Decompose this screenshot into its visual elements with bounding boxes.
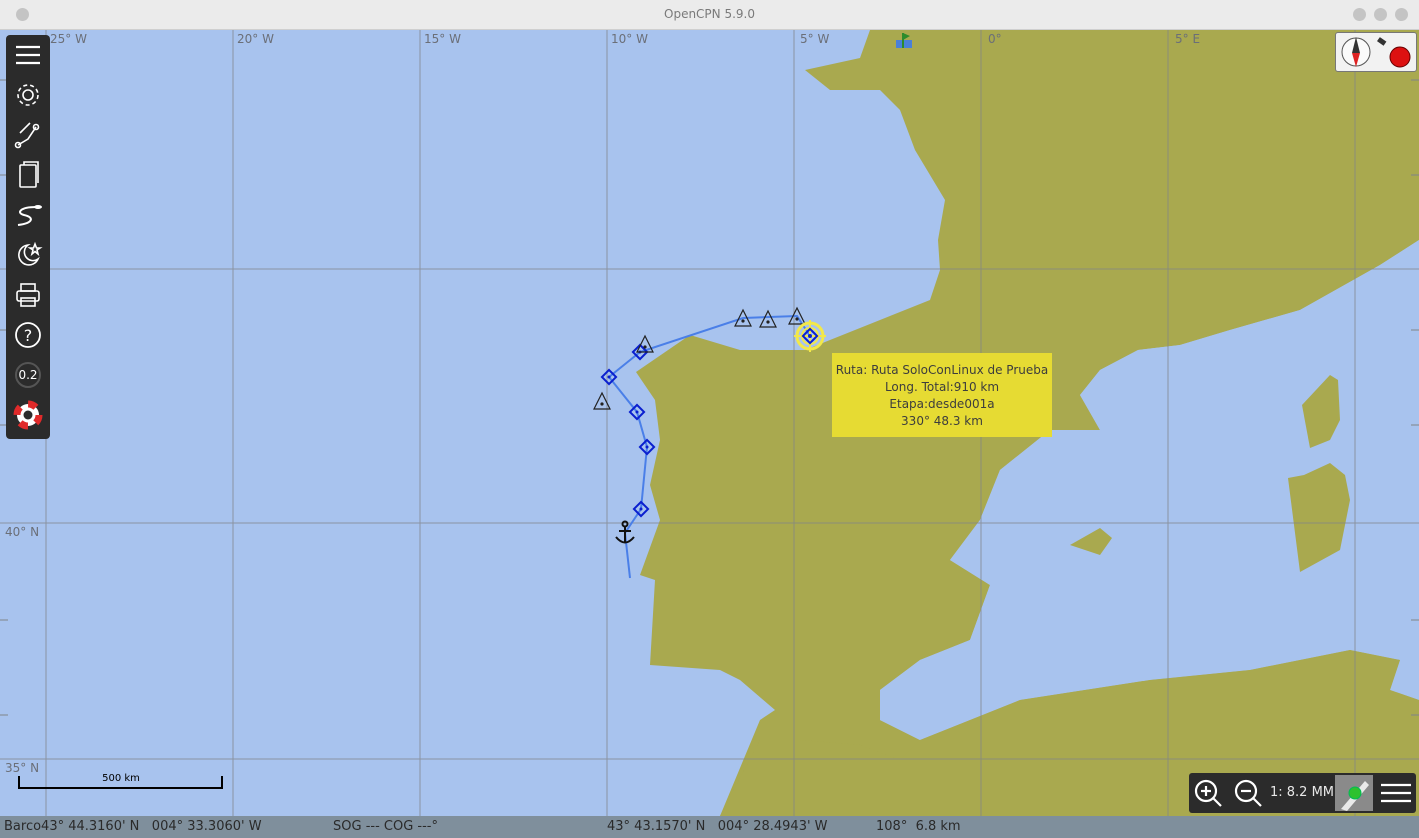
ownship-follow-icon[interactable] bbox=[1335, 775, 1373, 811]
chart-info-icon[interactable] bbox=[12, 159, 44, 191]
route-tooltip: Ruta: Ruta SoloConLinux de Prueba Long. … bbox=[832, 353, 1052, 437]
svg-text:?: ? bbox=[24, 326, 33, 345]
help-icon[interactable]: ? bbox=[12, 319, 44, 351]
day-night-icon[interactable] bbox=[12, 239, 44, 271]
lon-label: 10° W bbox=[611, 32, 648, 46]
lon-label: 15° W bbox=[424, 32, 461, 46]
lon-label: 20° W bbox=[237, 32, 274, 46]
chart-menu-icon[interactable] bbox=[1379, 777, 1413, 809]
zoom-in-icon[interactable] bbox=[1192, 777, 1224, 809]
chart-scale-text: 1: 8.2 MM bbox=[1270, 785, 1335, 800]
triangle-mark[interactable] bbox=[593, 391, 611, 410]
sog-cog: SOG --- COG ---° bbox=[333, 819, 438, 834]
route-manager-icon[interactable] bbox=[12, 119, 44, 151]
menu-icon[interactable] bbox=[12, 39, 44, 71]
scale-bar-label: 500 km bbox=[102, 773, 140, 784]
minimize-button[interactable] bbox=[1353, 8, 1366, 21]
mob-lifebuoy-icon[interactable] bbox=[12, 399, 44, 431]
zoom-out-icon[interactable] bbox=[1232, 777, 1264, 809]
scale-bar: 500 km bbox=[18, 772, 224, 792]
triangle-mark[interactable] bbox=[759, 309, 777, 328]
lon-label: 5° E bbox=[1175, 32, 1201, 46]
compass-icon[interactable] bbox=[1341, 37, 1371, 67]
maximize-button[interactable] bbox=[1374, 8, 1387, 21]
bearing-distance: 108° 6.8 km bbox=[876, 819, 961, 834]
settings-gear-icon[interactable] bbox=[12, 79, 44, 111]
tooltip-route-name: Ruta: Ruta SoloConLinux de Prueba bbox=[835, 363, 1049, 377]
close-button[interactable] bbox=[1395, 8, 1408, 21]
window-title: OpenCPN 5.9.0 bbox=[664, 7, 755, 21]
print-icon[interactable] bbox=[12, 279, 44, 311]
lon-label: 5° W bbox=[800, 32, 830, 46]
window-titlebar: OpenCPN 5.9.0 bbox=[0, 0, 1419, 30]
level-indicator[interactable]: 0.2 bbox=[12, 359, 44, 391]
lon-label: 0° bbox=[988, 32, 1002, 46]
lon-label: 25° W bbox=[50, 32, 87, 46]
main-toolbar: ? 0.2 bbox=[6, 35, 50, 439]
compass-widget[interactable] bbox=[1335, 32, 1417, 72]
ship-position: Barco43° 44.3160' N 004° 33.3060' W bbox=[4, 819, 262, 834]
status-bar: Barco43° 44.3160' N 004° 33.3060' W SOG … bbox=[0, 816, 1419, 838]
gps-status-icon[interactable] bbox=[1377, 37, 1411, 68]
tooltip-bearing-distance: 330° 48.3 km bbox=[901, 414, 983, 428]
track-icon[interactable] bbox=[12, 199, 44, 231]
tooltip-total-length: Long. Total:910 km bbox=[884, 380, 1000, 394]
cursor-position: 43° 43.1570' N 004° 28.4943' W bbox=[607, 819, 828, 834]
chart-svg[interactable] bbox=[0, 30, 1419, 816]
lat-label: 40° N bbox=[5, 525, 40, 539]
tooltip-leg: Etapa:desde001a bbox=[889, 397, 995, 411]
level-label: 0.2 bbox=[18, 368, 38, 382]
chart-canvas[interactable]: 25° W 20° W 15° W 10° W 5° W 0° 5° E 40°… bbox=[0, 30, 1419, 816]
